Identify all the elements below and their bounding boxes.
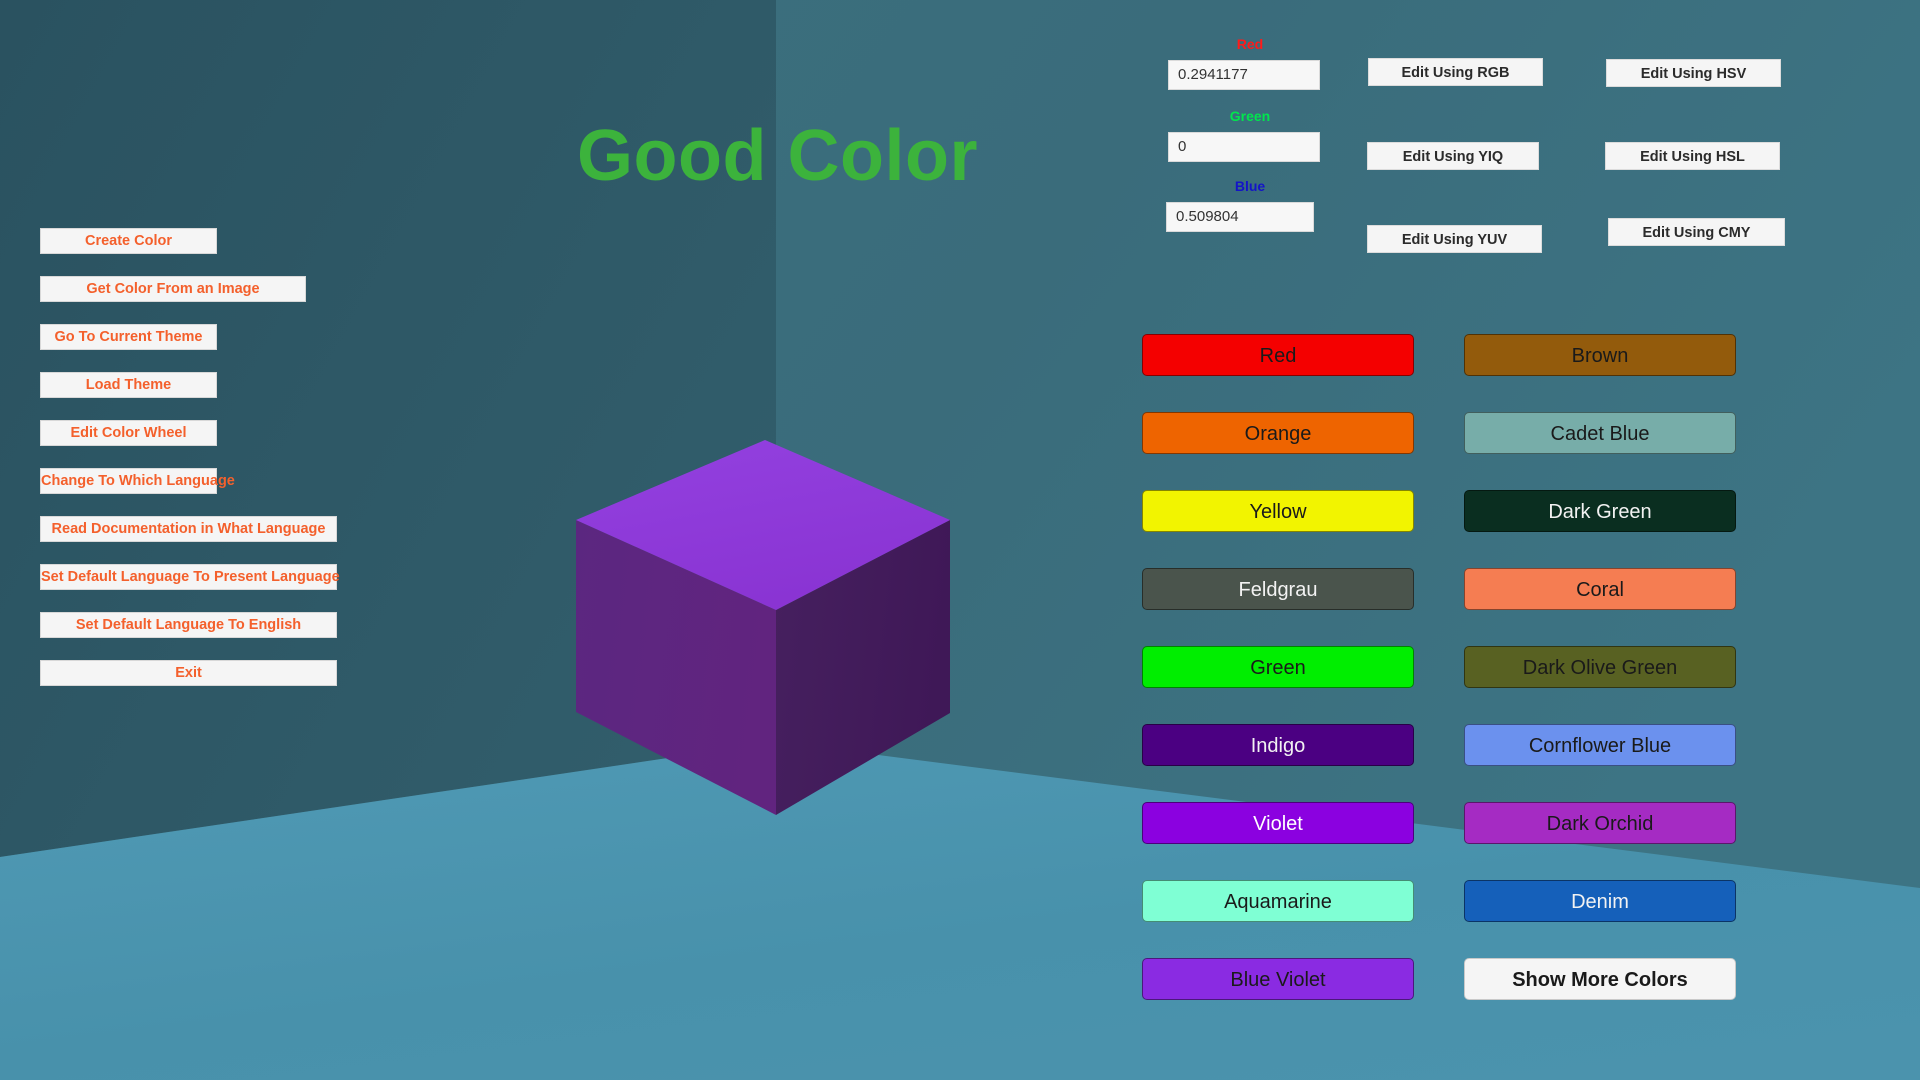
swatch-dark-orchid[interactable]: Dark Orchid [1464, 802, 1736, 844]
swatch-blue-violet[interactable]: Blue Violet [1142, 958, 1414, 1000]
swatch-brown[interactable]: Brown [1464, 334, 1736, 376]
swatch-red[interactable]: Red [1142, 334, 1414, 376]
edit-using-hsl-button[interactable]: Edit Using HSL [1605, 142, 1780, 170]
swatch-orange[interactable]: Orange [1142, 412, 1414, 454]
menu-item-read-documentation[interactable]: Read Documentation in What Language [40, 516, 337, 542]
swatch-indigo[interactable]: Indigo [1142, 724, 1414, 766]
menu-item-change-to-which-language[interactable]: Change To Which Language [40, 468, 235, 494]
menu-item-get-color-from-image[interactable]: Get Color From an Image [40, 276, 306, 302]
swatch-green[interactable]: Green [1142, 646, 1414, 688]
swatch-aquamarine[interactable]: Aquamarine [1142, 880, 1414, 922]
menu-item-set-default-present[interactable]: Set Default Language To Present Language [40, 564, 340, 590]
menu-item-create-color[interactable]: Create Color [40, 228, 217, 254]
show-more-colors-button[interactable]: Show More Colors [1464, 958, 1736, 1000]
swatch-feldgrau[interactable]: Feldgrau [1142, 568, 1414, 610]
red-channel-input[interactable]: 0.2941177 [1168, 60, 1320, 90]
swatch-violet[interactable]: Violet [1142, 802, 1414, 844]
swatch-coral[interactable]: Coral [1464, 568, 1736, 610]
edit-using-rgb-button[interactable]: Edit Using RGB [1368, 58, 1543, 86]
menu-item-edit-color-wheel[interactable]: Edit Color Wheel [40, 420, 217, 446]
swatch-cornflower-blue[interactable]: Cornflower Blue [1464, 724, 1736, 766]
edit-using-cmy-button[interactable]: Edit Using CMY [1608, 218, 1785, 246]
swatch-dark-olive-green[interactable]: Dark Olive Green [1464, 646, 1736, 688]
blue-channel-input[interactable]: 0.509804 [1166, 202, 1314, 232]
menu-item-set-default-english[interactable]: Set Default Language To English [40, 612, 337, 638]
menu-item-load-theme[interactable]: Load Theme [40, 372, 217, 398]
red-channel-label: Red [1236, 36, 1264, 52]
swatch-dark-green[interactable]: Dark Green [1464, 490, 1736, 532]
menu-item-go-to-current-theme[interactable]: Go To Current Theme [40, 324, 217, 350]
green-channel-input[interactable]: 0 [1168, 132, 1320, 162]
swatch-denim[interactable]: Denim [1464, 880, 1736, 922]
main-menu: Create Color Get Color From an Image Go … [40, 228, 340, 708]
green-channel-label: Green [1229, 108, 1271, 124]
edit-using-hsv-button[interactable]: Edit Using HSV [1606, 59, 1781, 87]
blue-channel-label: Blue [1234, 178, 1266, 194]
swatch-column-left: Red Orange Yellow Feldgrau Green Indigo … [1142, 334, 1414, 1036]
swatch-column-right: Brown Cadet Blue Dark Green Coral Dark O… [1464, 334, 1736, 1036]
edit-using-yiq-button[interactable]: Edit Using YIQ [1367, 142, 1539, 170]
edit-using-yuv-button[interactable]: Edit Using YUV [1367, 225, 1542, 253]
swatch-yellow[interactable]: Yellow [1142, 490, 1414, 532]
menu-item-exit[interactable]: Exit [40, 660, 337, 686]
swatch-cadet-blue[interactable]: Cadet Blue [1464, 412, 1736, 454]
rgb-channel-panel: Red 0.2941177 Green 0 Blue 0.509804 Edit… [1166, 18, 1868, 258]
app-window: Good Color Create Color Get Color From a… [0, 0, 1920, 1080]
